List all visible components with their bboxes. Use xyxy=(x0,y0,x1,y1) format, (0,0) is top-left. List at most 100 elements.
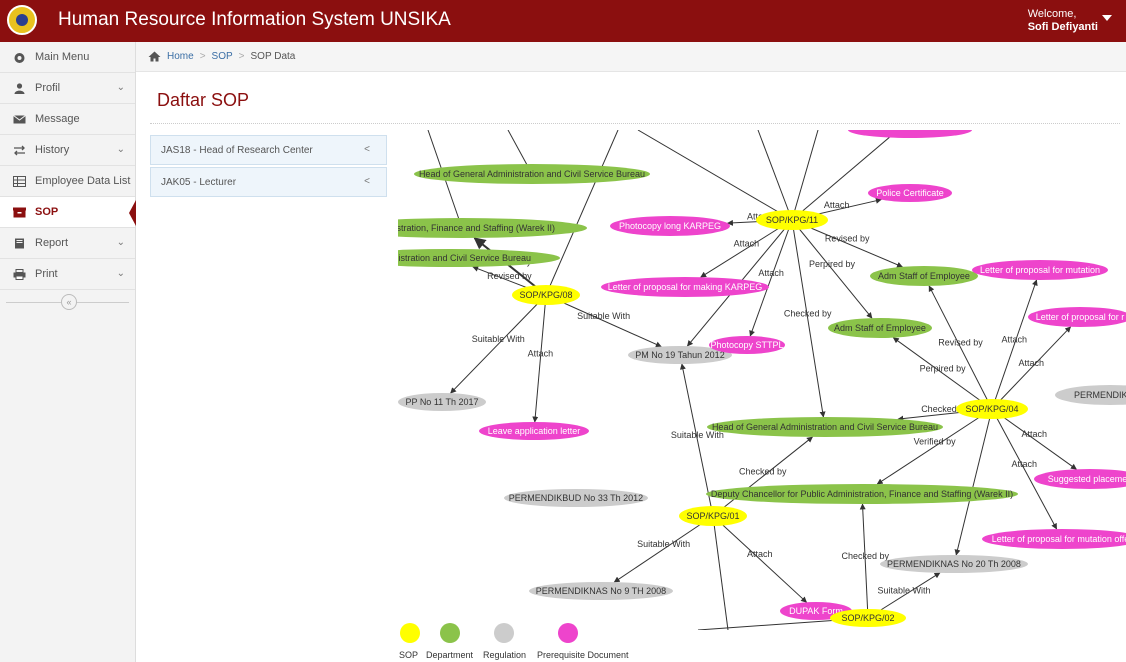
legend-swatch xyxy=(494,623,514,643)
accordion-item-jak05[interactable]: JAK05 - Lecturer < xyxy=(150,167,387,197)
sidebar-item-profil[interactable]: Profil ⌄ xyxy=(0,73,135,104)
graph-edge-label: Suitable With xyxy=(577,311,630,321)
graph-edge-label: Attach xyxy=(734,239,760,249)
legend-label: Department xyxy=(426,650,474,660)
book-icon xyxy=(15,238,24,248)
graph-node-label: SOP/KPG/02 xyxy=(841,613,894,623)
graph-node-label: Suggested placemen xyxy=(1048,474,1126,484)
chevron-down-icon: ⌄ xyxy=(116,268,125,279)
graph-edge xyxy=(757,130,793,221)
sidebar-item-print[interactable]: Print ⌄ xyxy=(0,259,135,290)
breadcrumb-home[interactable]: Home xyxy=(167,51,194,62)
exchange-icon xyxy=(14,145,25,155)
graph-node-label: Leave application letter xyxy=(488,426,581,436)
graph-node-label: SOP/KPG/11 xyxy=(766,215,818,225)
sop-network-graph[interactable]: Revised by Verified by Suitable With Suitab… xyxy=(398,130,1126,630)
graph-node-label: SOP/KPG/08 xyxy=(519,290,572,300)
graph-node-label: Letter of proposal for mutation offer xyxy=(992,534,1126,544)
chevron-left-icon: < xyxy=(364,144,370,155)
table-icon xyxy=(13,175,26,187)
graph-edge-label: Attach xyxy=(1019,358,1045,368)
breadcrumb-sop[interactable]: SOP xyxy=(212,51,233,62)
graph-edge-label: Attach xyxy=(824,200,850,210)
graph-node-label: Deputy Chancellor for Public Administrat… xyxy=(711,489,1013,499)
graph-node[interactable] xyxy=(848,130,972,138)
sidebar-item-label: Employee Data List xyxy=(35,175,131,187)
graph-node-label: SOP/KPG/04 xyxy=(965,404,1018,414)
breadcrumb-separator: > xyxy=(238,51,245,62)
graph-edge-label: Revised by xyxy=(938,337,983,347)
graph-edge-label: Attach xyxy=(1012,459,1038,469)
sidebar-collapse: « xyxy=(0,290,135,314)
sidebar-item-label: History xyxy=(35,144,70,156)
graph-edge-label: Suitable With xyxy=(472,334,525,344)
collapse-sidebar-button[interactable]: « xyxy=(61,294,77,310)
dashboard-icon xyxy=(14,52,25,63)
sidebar-item-label: Profil xyxy=(35,82,61,94)
graph-edge-label: Suitable With xyxy=(637,539,690,549)
graph-edge-label: Perpired by xyxy=(809,259,856,269)
graph-edge-label: Checked by xyxy=(841,551,889,561)
graph-node-label: Photocopy STTPL xyxy=(710,340,783,350)
sidebar-item-label: Main Menu xyxy=(35,51,90,63)
graph-node-label: Police Certificate xyxy=(876,188,944,198)
graph-edge-label: Attach xyxy=(1002,334,1028,344)
home-icon[interactable] xyxy=(148,51,161,62)
chevron-down-icon: ⌄ xyxy=(116,144,125,155)
graph-legend: SOP Department Regulation Prerequisite Docu… xyxy=(399,623,629,660)
user-menu[interactable]: Welcome, Sofi Defiyanti xyxy=(1028,8,1098,34)
graph-edge-label: Suitable With xyxy=(877,585,930,595)
university-logo-icon[interactable] xyxy=(7,5,37,35)
legend-label: Prerequisite Document xyxy=(537,650,629,660)
graph-node-label: Letter of proposal for r xyxy=(1036,312,1125,322)
sidebar-item-report[interactable]: Report ⌄ xyxy=(0,228,135,259)
user-icon xyxy=(14,82,25,94)
app-title[interactable]: Human Resource Information System UNSIKA xyxy=(58,9,451,31)
graph-edge xyxy=(545,130,619,296)
graph-edge-label: Checked by xyxy=(739,466,787,476)
graph-edge-label: Checked by xyxy=(784,309,832,319)
sidebar: Main Menu Profil ⌄ Message History ⌄ Emp… xyxy=(0,42,136,662)
caret-down-icon[interactable] xyxy=(1102,15,1112,21)
graph-node-label: l Administration and Civil Service Burea… xyxy=(398,253,531,263)
sidebar-item-sop[interactable]: SOP xyxy=(0,197,136,228)
sidebar-item-history[interactable]: History ⌄ xyxy=(0,135,135,166)
legend-label: SOP xyxy=(399,650,418,660)
accordion-label: JAK05 - Lecturer xyxy=(161,176,237,188)
graph-edge-label: Perpired by xyxy=(920,363,967,373)
sidebar-item-label: Report xyxy=(35,237,69,249)
graph-edge-label: Verified by xyxy=(914,437,957,447)
graph-edge-label: Attach xyxy=(758,268,784,278)
chevron-down-icon: ⌄ xyxy=(116,237,125,248)
graph-edge-label: Revised by xyxy=(825,233,870,243)
graph-node-label: Administration, Finance and Staffing (Wa… xyxy=(398,223,555,233)
divider xyxy=(150,123,1120,124)
sidebar-item-message[interactable]: Message xyxy=(0,104,135,135)
printer-icon xyxy=(13,268,26,280)
sidebar-item-main-menu[interactable]: Main Menu xyxy=(0,42,135,73)
user-name[interactable]: Sofi Defiyanti xyxy=(1028,21,1098,34)
envelope-icon xyxy=(13,114,26,123)
graph-edge xyxy=(954,408,993,556)
graph-node-label: Letter of proposal for mutation xyxy=(980,265,1100,275)
legend-label: Regulation xyxy=(483,650,526,660)
graph-edge xyxy=(637,130,793,221)
accordion-item-jas18[interactable]: JAS18 - Head of Research Center < xyxy=(150,135,387,165)
chevron-left-icon: < xyxy=(364,176,370,187)
graph-node-label: Head of General Administration and Civil… xyxy=(419,169,645,179)
legend-swatch xyxy=(400,623,420,643)
graph-node-label: Adm Staff of Employee xyxy=(834,323,926,333)
sidebar-item-label: SOP xyxy=(35,206,59,218)
chevron-down-icon: ⌄ xyxy=(116,82,125,93)
graph-node-label: Head of General Administration and Civil… xyxy=(712,422,938,432)
top-navbar: Human Resource Information System UNSIKA… xyxy=(0,0,1126,42)
sidebar-item-label: Message xyxy=(35,113,80,125)
graph-node-label: PERMENDIKNAS xyxy=(1074,390,1126,400)
breadcrumb-separator: > xyxy=(199,51,206,62)
graph-edge-label: Attach xyxy=(1021,429,1047,439)
graph-node-label: Letter of proposal for making KARPEG xyxy=(608,282,763,292)
legend-swatch xyxy=(558,623,578,643)
sidebar-item-label: Print xyxy=(35,268,58,280)
sidebar-item-employee-data-list[interactable]: Employee Data List xyxy=(0,166,135,197)
box-icon xyxy=(13,207,26,217)
